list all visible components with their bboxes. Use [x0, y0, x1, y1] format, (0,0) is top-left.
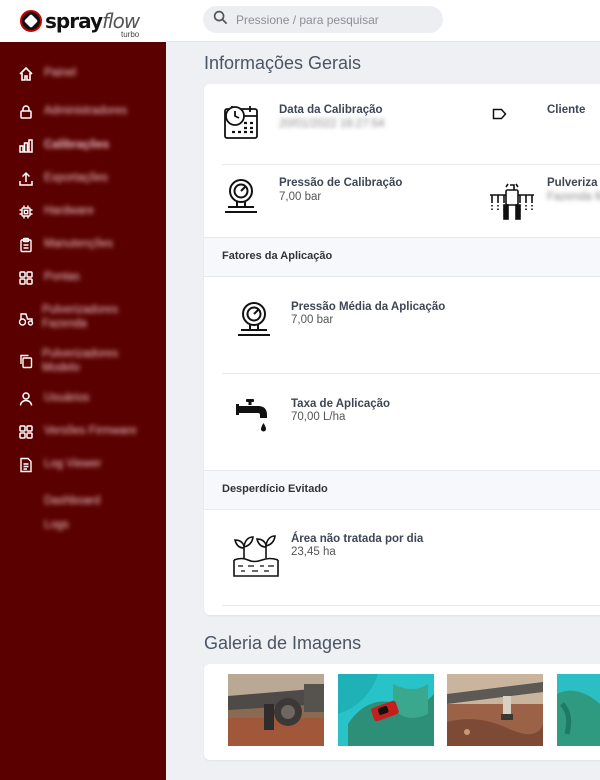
sidebar-item-label: Pulverizadores Modelo — [42, 348, 119, 374]
gallery-image[interactable] — [557, 674, 600, 746]
sidebar-item-label: Exportações — [44, 172, 108, 184]
sidebar-item-label: Versões Firmware — [44, 425, 137, 437]
calibration-date-value: 20/01/2022 16:27:54 — [279, 118, 385, 130]
section-title-gallery: Galeria de Imagens — [204, 633, 362, 653]
grid-icon — [18, 424, 34, 440]
section-title-general-info: Informações Gerais — [204, 53, 362, 73]
sprayer-value: Fazenda M — [547, 191, 600, 203]
divider — [222, 605, 600, 606]
grid-icon — [18, 270, 34, 286]
upload-icon — [18, 171, 34, 187]
sidebar-item-label: Usuários — [44, 392, 90, 404]
document-icon — [18, 457, 34, 473]
gallery-image[interactable] — [228, 674, 324, 746]
waste-avoided-title: Desperdício Evitado — [222, 483, 328, 495]
sidebar-item-label: Dashboard — [44, 495, 101, 507]
sidebar-item-log-viewer[interactable]: Log Viewer — [0, 457, 166, 473]
sidebar-item-calibracoes[interactable]: Calibrações — [0, 138, 166, 154]
gallery-image[interactable] — [447, 674, 543, 746]
sidebar-item-manutencoes[interactable]: Manutenções — [0, 237, 166, 253]
sidebar-item-versoes-firmware[interactable]: Versões Firmware — [0, 424, 166, 440]
bar-chart-icon — [18, 138, 34, 154]
application-factors-title: Fatores da Aplicação — [222, 250, 333, 262]
gallery-image[interactable] — [338, 674, 434, 746]
faucet-icon — [236, 396, 272, 436]
calibration-pressure-value: 7,00 bar — [279, 191, 322, 203]
search-input[interactable] — [236, 12, 426, 27]
sidebar-item-administradores[interactable]: Administradores — [0, 104, 166, 120]
untreated-area-label: Área não tratada por dia — [291, 533, 424, 545]
lock-icon — [18, 104, 34, 120]
logo-icon — [20, 10, 42, 32]
logo-name-main: spray — [45, 9, 103, 33]
sprout-icon — [232, 530, 280, 580]
avg-pressure-value: 7,00 bar — [291, 314, 334, 326]
avg-pressure-label: Pressão Média da Aplicação — [291, 301, 446, 313]
untreated-area-value: 23,45 ha — [291, 546, 336, 558]
sidebar-item-label: Log Viewer — [44, 458, 102, 470]
divider — [222, 373, 600, 374]
logo-subtitle: turbo — [120, 30, 140, 39]
sidebar-item-label: Manutenções — [44, 238, 114, 250]
search-icon — [213, 10, 228, 30]
logo-name: sprayflow — [45, 9, 140, 33]
clipboard-icon — [18, 237, 34, 253]
divider — [222, 164, 600, 165]
sidebar-item-dashboard[interactable]: Dashboard — [0, 494, 166, 508]
client-label: Cliente — [547, 104, 586, 116]
sidebar-item-label: Painel — [44, 67, 76, 79]
sidebar-item-label: Administradores — [44, 105, 128, 117]
copy-icon — [18, 353, 34, 369]
pressure-gauge-icon — [222, 177, 260, 215]
home-icon — [18, 66, 34, 82]
sidebar-item-label: Logs — [44, 519, 69, 531]
chip-icon — [18, 204, 34, 220]
sidebar-item-painel[interactable]: Painel — [0, 66, 166, 82]
user-icon — [18, 391, 34, 407]
sidebar-item-logs[interactable]: Logs — [0, 518, 166, 532]
sidebar-item-pulverizadores-modelo[interactable]: Pulverizadores Modelo — [0, 347, 166, 375]
pressure-gauge-icon — [235, 300, 273, 338]
sidebar-item-label: Hardware — [44, 205, 94, 217]
sidebar-item-hardware[interactable]: Hardware — [0, 204, 166, 220]
top-bar — [166, 0, 600, 42]
sprayer-icon — [488, 181, 536, 223]
application-rate-value: 70,00 L/ha — [291, 411, 346, 423]
calibration-date-label: Data da Calibração — [279, 104, 383, 116]
sidebar-item-pontas[interactable]: Pontas — [0, 270, 166, 286]
sprayer-label: Pulveriza — [547, 177, 598, 189]
sidebar-item-exportacoes[interactable]: Exportações — [0, 171, 166, 187]
calibration-pressure-label: Pressão de Calibração — [279, 177, 403, 189]
tractor-icon — [18, 311, 34, 327]
sidebar-item-pulverizadores-fazenda[interactable]: Pulverizadores Fazenda — [0, 303, 166, 331]
sidebar-item-label: Pulverizadores Fazenda — [42, 304, 119, 330]
brand-logo[interactable]: sprayflow turbo — [0, 0, 166, 42]
tag-icon — [492, 107, 507, 121]
calendar-clock-icon — [222, 103, 260, 141]
sidebar-item-label: Pontas — [44, 271, 80, 283]
sidebar-item-label: Calibrações — [44, 139, 110, 151]
sidebar-item-usuarios[interactable]: Usuários — [0, 391, 166, 407]
search-box[interactable] — [203, 6, 443, 33]
sidebar: sprayflow turbo Painel Administradores C… — [0, 0, 166, 780]
logo-wordmark: sprayflow turbo — [45, 9, 140, 39]
application-rate-label: Taxa de Aplicação — [291, 398, 391, 410]
